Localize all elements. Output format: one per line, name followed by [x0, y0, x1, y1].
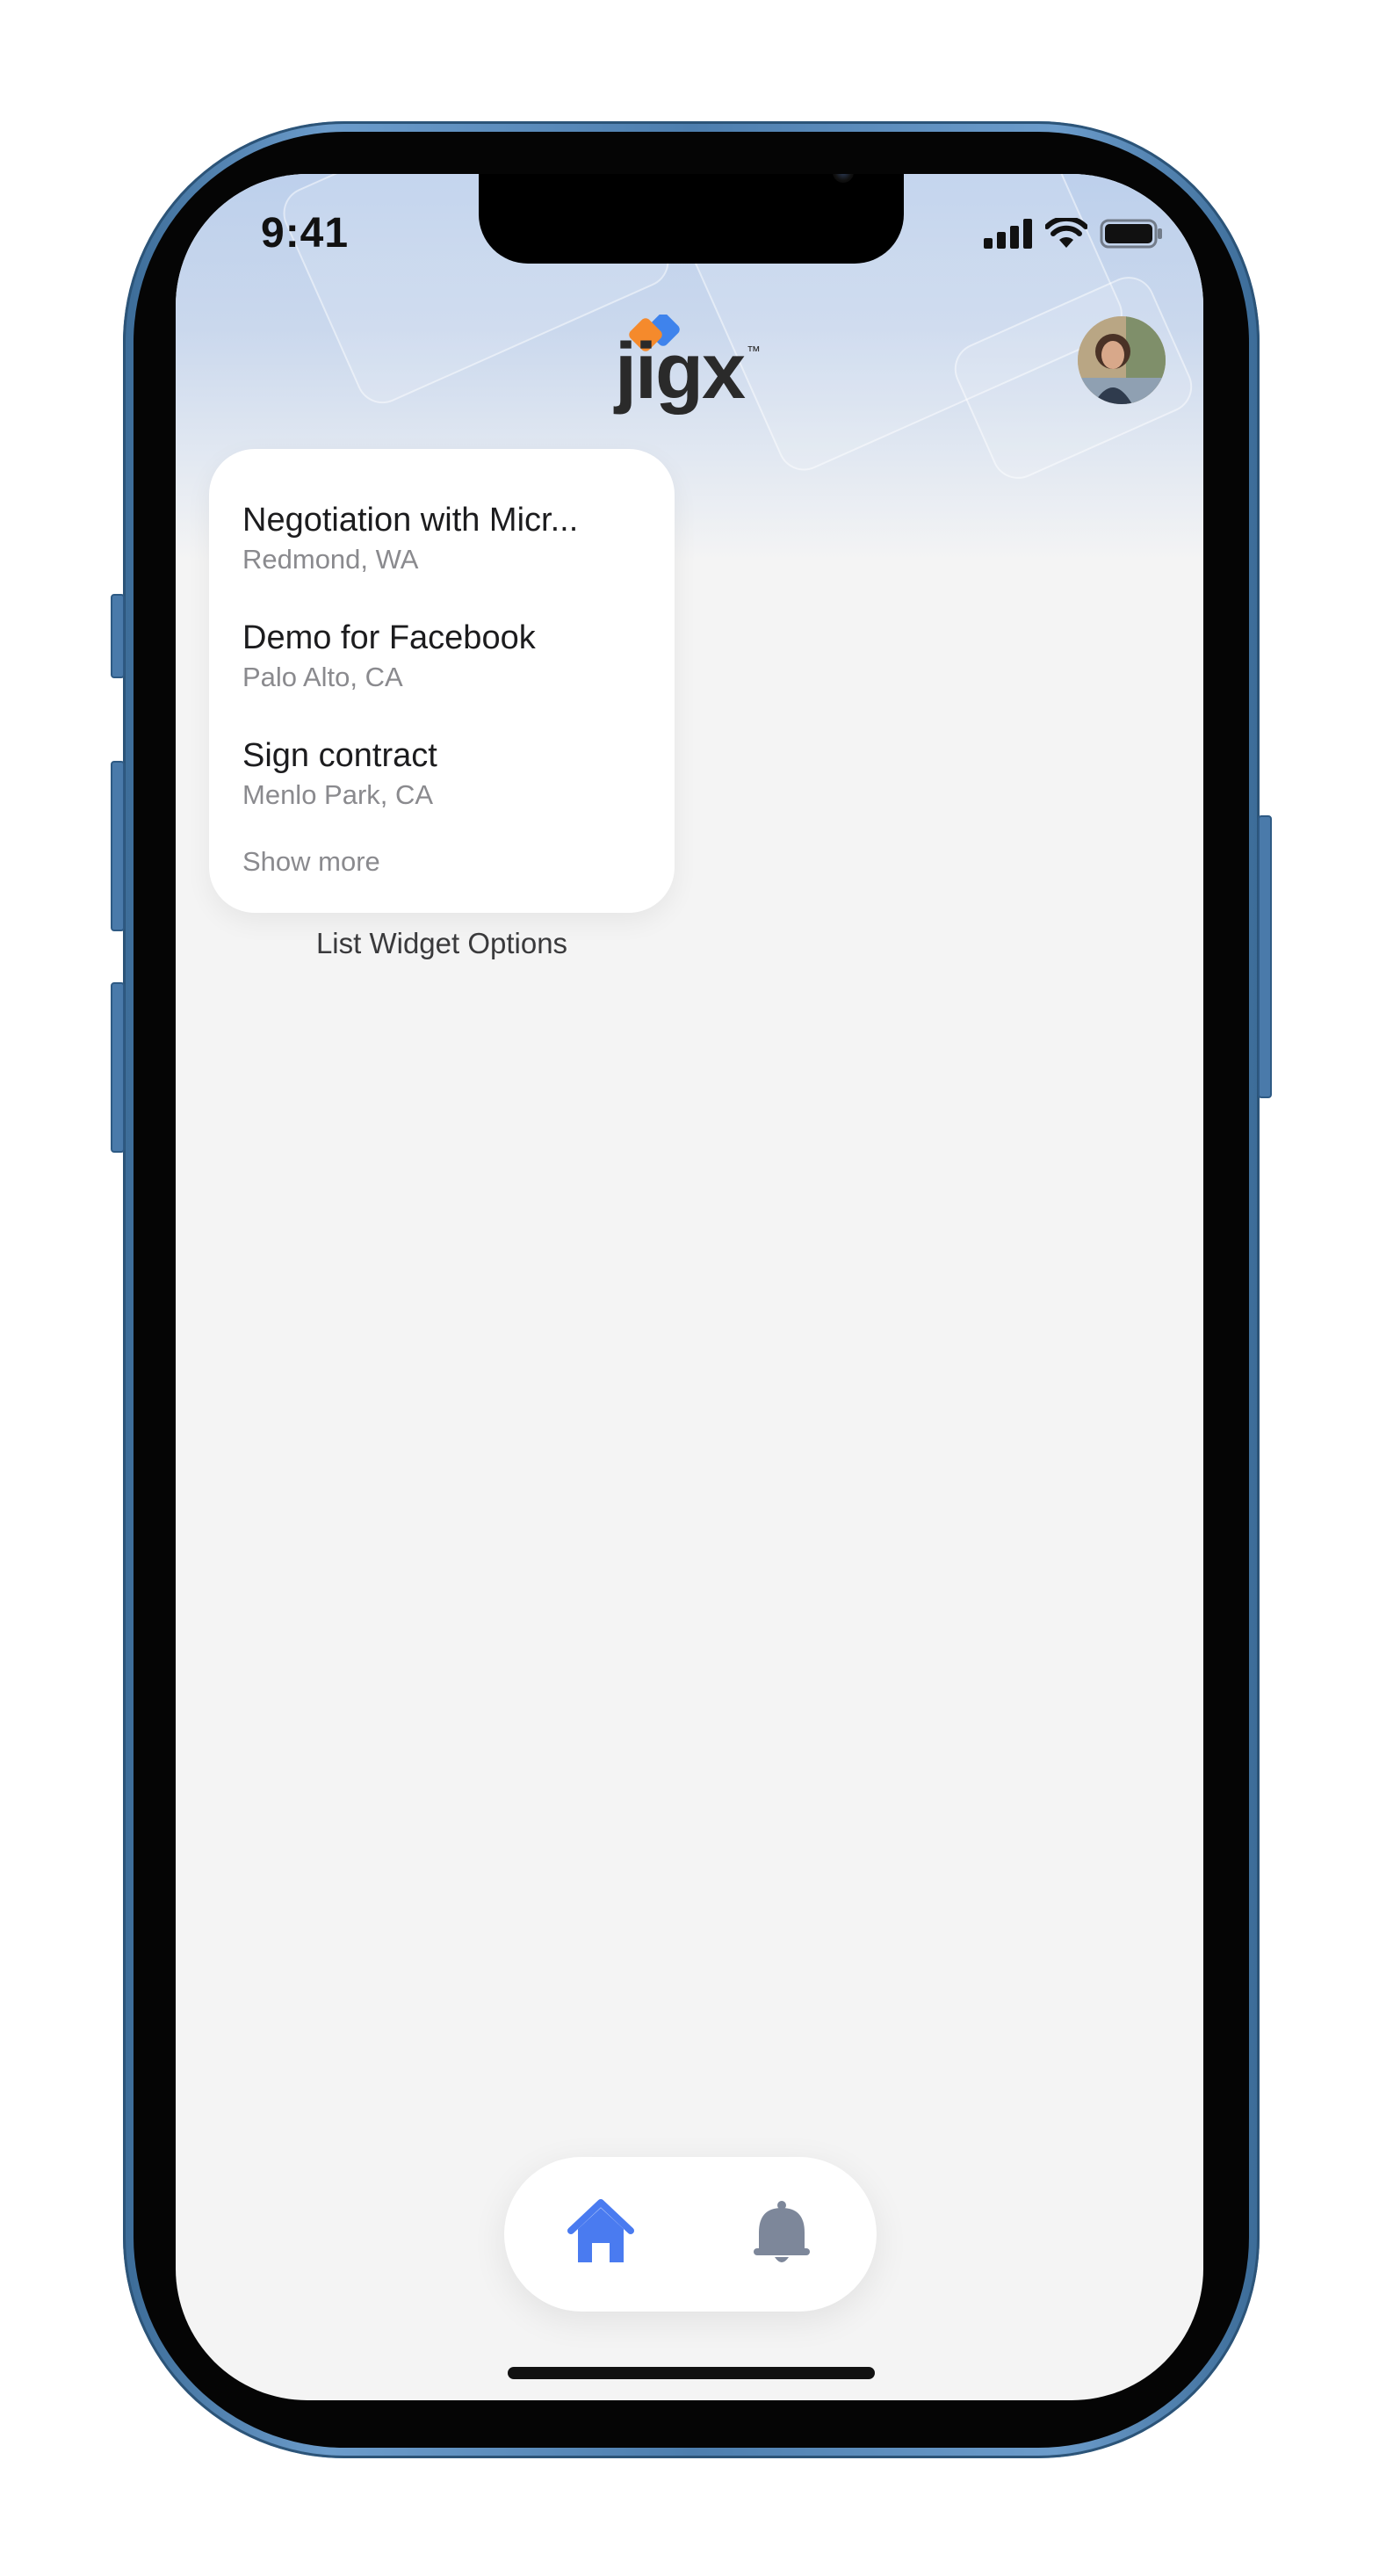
bottom-tab-bar: [504, 2157, 877, 2312]
show-more-link[interactable]: Show more: [242, 846, 380, 878]
list-item[interactable]: Negotiation with Micr... Redmond, WA: [242, 503, 578, 573]
list-item-title: Demo for Facebook: [242, 619, 536, 656]
logo-trademark: ™: [747, 344, 761, 359]
logo-wordmark: jigx: [615, 328, 746, 416]
list-item-title: Negotiation with Micr...: [242, 502, 579, 539]
bell-icon[interactable]: [747, 2197, 817, 2268]
battery-icon: [1100, 219, 1162, 249]
home-icon[interactable]: [566, 2197, 636, 2268]
avatar-photo: [1078, 316, 1166, 404]
user-avatar[interactable]: [1078, 316, 1166, 404]
status-time: 9:41: [261, 210, 350, 257]
list-item[interactable]: Demo for Facebook Palo Alto, CA: [242, 621, 536, 691]
volume-down-button: [111, 982, 125, 1153]
signal-icon: [984, 219, 1032, 249]
front-camera: [833, 174, 854, 183]
list-item-title: Sign contract: [242, 737, 437, 774]
list-widget-card: Negotiation with Micr... Redmond, WA Dem…: [209, 449, 675, 913]
power-button: [1258, 815, 1272, 1098]
volume-up-button: [111, 761, 125, 931]
jigx-logo: jigx ™: [615, 315, 764, 411]
list-item[interactable]: Sign contract Menlo Park, CA: [242, 739, 437, 808]
status-icons: [984, 218, 1163, 250]
phone-screen: 9:41 jigx ™ Negotiation with Micr... Red…: [176, 174, 1203, 2400]
list-item-subtitle: Redmond, WA: [242, 544, 419, 575]
wifi-icon: [1045, 218, 1087, 248]
list-item-subtitle: Menlo Park, CA: [242, 779, 434, 810]
widget-caption: List Widget Options: [315, 927, 568, 959]
mute-switch: [111, 594, 125, 678]
home-indicator: [508, 2367, 875, 2379]
notch: [479, 174, 904, 264]
list-item-subtitle: Palo Alto, CA: [242, 662, 403, 692]
